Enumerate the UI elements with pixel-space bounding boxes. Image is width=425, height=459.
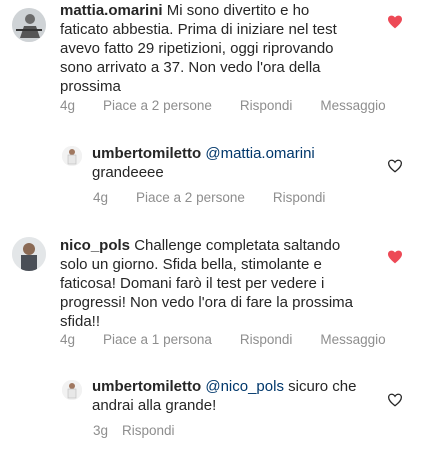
comment-time: 4g: [60, 332, 76, 347]
heart-icon[interactable]: [387, 15, 403, 29]
avatar[interactable]: [12, 8, 46, 42]
avatar[interactable]: [62, 146, 82, 166]
username-link[interactable]: umbertomiletto: [92, 378, 201, 395]
reply-button[interactable]: Rispondi: [273, 190, 326, 205]
reply-body: grandeeee: [92, 164, 164, 181]
avatar[interactable]: [62, 380, 82, 400]
mention-link[interactable]: @mattia.omarini: [205, 145, 314, 162]
comment-time: 4g: [60, 98, 76, 113]
reply-button[interactable]: Rispondi: [240, 332, 293, 347]
reply-text: umbertomiletto @nico_pols sicuro che and…: [92, 377, 362, 415]
username-link[interactable]: nico_pols: [60, 237, 130, 254]
reply-text: umbertomiletto @mattia.omarini grandeeee: [92, 144, 382, 182]
comment-meta: 4g Piace a 1 persona Rispondi Messaggio: [60, 332, 386, 347]
heart-icon[interactable]: [387, 250, 403, 264]
heart-outline-icon[interactable]: [387, 393, 403, 407]
reply-meta: 3g Rispondi: [93, 423, 175, 438]
avatar[interactable]: [12, 237, 46, 271]
comment-text: nico_pols Challenge completata saltando …: [60, 236, 360, 331]
reply-button[interactable]: Rispondi: [240, 98, 293, 113]
reply-meta: 4g Piace a 2 persone Rispondi: [93, 190, 325, 205]
username-link[interactable]: mattia.omarini: [60, 2, 163, 19]
username-link[interactable]: umbertomiletto: [92, 145, 201, 162]
message-button[interactable]: Messaggio: [320, 332, 385, 347]
likes-count-link[interactable]: Piace a 2 persone: [103, 98, 212, 113]
comment-meta: 4g Piace a 2 persone Rispondi Messaggio: [60, 98, 386, 113]
reply-button[interactable]: Rispondi: [122, 423, 175, 438]
reply-time: 4g: [93, 190, 109, 205]
message-button[interactable]: Messaggio: [320, 98, 385, 113]
comment-text: mattia.omarini Mi sono divertito e ho fa…: [60, 1, 360, 96]
likes-count-link[interactable]: Piace a 2 persone: [136, 190, 245, 205]
mention-link[interactable]: @nico_pols: [205, 378, 284, 395]
heart-outline-icon[interactable]: [387, 159, 403, 173]
likes-count-link[interactable]: Piace a 1 persona: [103, 332, 212, 347]
reply-time: 3g: [93, 423, 109, 438]
